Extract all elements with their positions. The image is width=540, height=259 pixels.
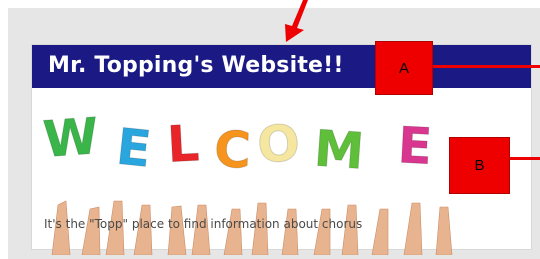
welcome-letter: C: [213, 120, 252, 179]
callout-a-leader-line: [431, 65, 540, 68]
callout-b-label: B: [474, 157, 485, 174]
welcome-letter: E: [114, 117, 154, 178]
site-title[interactable]: Mr. Topping's Website!!: [48, 53, 344, 79]
welcome-banner-image: WELCOME: [42, 107, 453, 255]
welcome-letter: L: [166, 114, 201, 174]
site-tagline: It's the "Topp" place to find informatio…: [44, 217, 363, 231]
callout-a-label: A: [398, 59, 409, 77]
welcome-letter: E: [396, 116, 433, 176]
callout-b-leader-line: [508, 157, 540, 160]
screenshot-canvas: Mr. Topping's Website!! WELCOME It's the…: [0, 0, 540, 259]
callout-b-box: B: [449, 137, 510, 194]
callout-a-box: A: [375, 41, 433, 95]
red-arrow-icon: [285, 0, 308, 42]
welcome-letter: W: [42, 107, 100, 169]
welcome-letter: M: [312, 119, 366, 180]
welcome-letter: O: [255, 113, 302, 174]
